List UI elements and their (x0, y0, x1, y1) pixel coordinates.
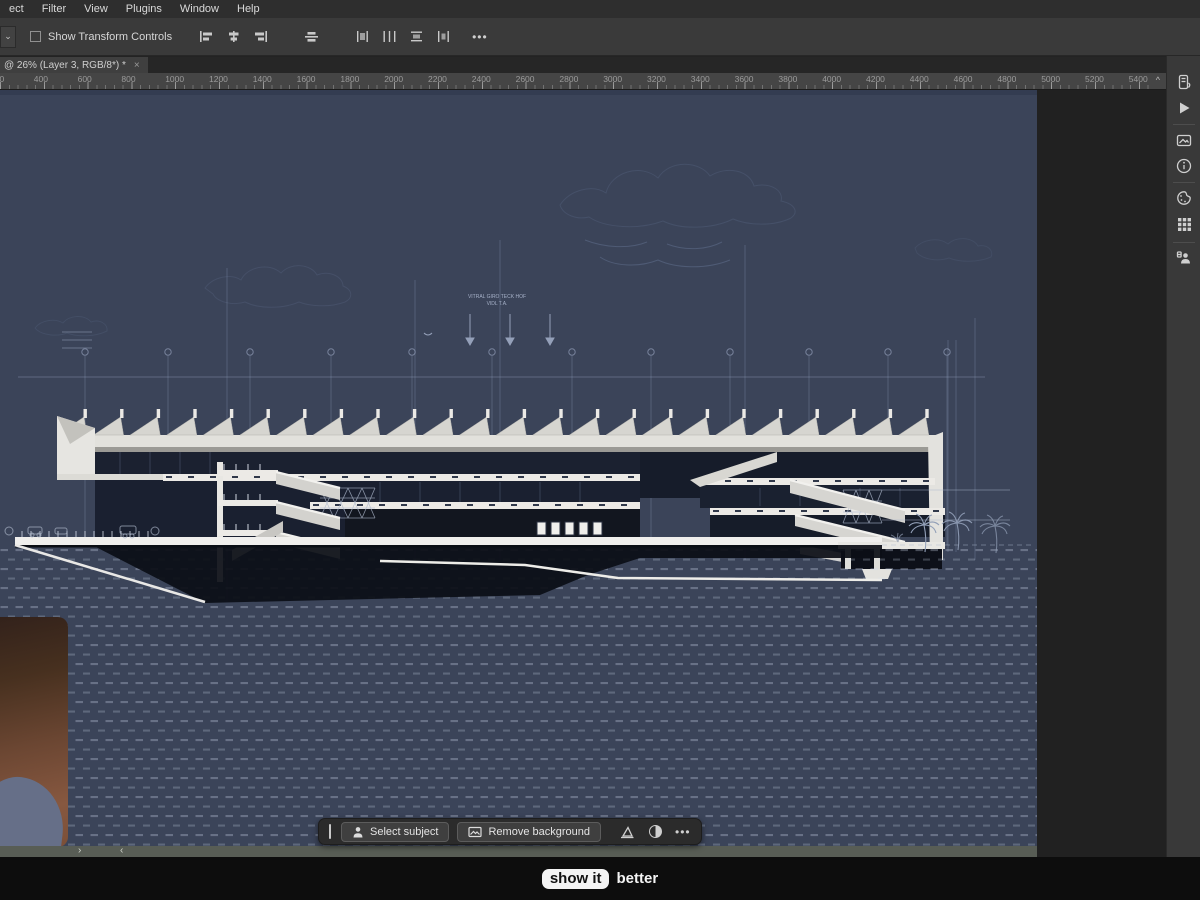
ruler-tick: 4000 (822, 74, 841, 84)
ruler-tick: 1000 (165, 74, 184, 84)
watermark-suffix: better (616, 870, 658, 887)
show-transform-controls[interactable]: Show Transform Controls (30, 31, 172, 43)
ruler-tick: 4200 (866, 74, 885, 84)
svg-text:VITRAL GIRO TECK HOF: VITRAL GIRO TECK HOF (468, 294, 526, 300)
document-tab[interactable]: @ 26% (Layer 3, RGB/8*) * × (0, 57, 148, 73)
scroll-right-chevron-icon[interactable]: › (78, 845, 81, 856)
menu-item-plugins[interactable]: Plugins (117, 3, 171, 15)
bottom-bar: show it better (0, 857, 1200, 900)
select-subject-button[interactable]: Select subject (341, 822, 449, 842)
checkbox-label: Show Transform Controls (48, 31, 172, 43)
ruler-tick: 3800 (778, 74, 797, 84)
ruler-tick: 2000 (384, 74, 403, 84)
document-tab-bar: @ 26% (Layer 3, RGB/8*) * × (0, 57, 1166, 73)
ruler-tick: 200 (0, 74, 4, 84)
info-panel-icon[interactable] (1174, 156, 1194, 176)
ruler-tick: 5200 (1085, 74, 1104, 84)
stamp-panel-icon[interactable] (1174, 248, 1194, 268)
color-panel-icon[interactable] (1174, 188, 1194, 208)
options-more-button[interactable]: ••• (472, 30, 488, 44)
watermark: show it better (542, 869, 658, 889)
ruler-tick: 5400 (1129, 74, 1148, 84)
history-panel-icon[interactable] (1174, 72, 1194, 92)
person-icon (352, 826, 364, 838)
contextual-taskbar: Select subject Remove background ••• (318, 818, 702, 845)
menu-item-view[interactable]: View (75, 3, 117, 15)
pasteboard (1037, 90, 1166, 857)
dock-separator (1173, 182, 1195, 183)
ruler-tick: 600 (78, 74, 92, 84)
actions-panel-icon[interactable] (1174, 98, 1194, 118)
panel-dock: « (1166, 46, 1200, 857)
ruler-tick: 3200 (647, 74, 666, 84)
align-center-h-icon[interactable] (225, 28, 242, 45)
dock-separator (1173, 124, 1195, 125)
svg-text:VIDL T.A.: VIDL T.A. (487, 301, 508, 307)
ruler-tick: 3600 (735, 74, 754, 84)
swatches-panel-icon[interactable] (1174, 214, 1194, 234)
menu-item-select[interactable]: ect (0, 3, 33, 15)
ruler-tick: 1800 (340, 74, 359, 84)
distribute-center-icon[interactable] (381, 28, 398, 45)
ruler-collapse-icon[interactable]: ^ (1156, 75, 1160, 85)
ruler-tick: 400 (34, 74, 48, 84)
remove-background-label: Remove background (488, 826, 590, 838)
document-tab-title: @ 26% (Layer 3, RGB/8*) * (4, 60, 126, 71)
watermark-badge: show it (542, 869, 610, 889)
horizontal-scrollbar[interactable]: › ‹ (0, 846, 1037, 857)
menu-item-window[interactable]: Window (171, 3, 228, 15)
tool-preset-dropdown[interactable]: ⌄ (0, 26, 16, 48)
select-subject-label: Select subject (370, 826, 438, 838)
ruler-tick: 4800 (997, 74, 1016, 84)
remove-background-button[interactable]: Remove background (457, 822, 601, 842)
photoshop-window: ect Filter View Plugins Window Help ⌄ Sh… (0, 0, 1200, 900)
align-tools (198, 28, 452, 45)
ruler-tick: 3400 (691, 74, 710, 84)
menu-item-filter[interactable]: Filter (33, 3, 75, 15)
ruler-tick: 1200 (209, 74, 228, 84)
ruler-tick: 2400 (472, 74, 491, 84)
architecture-section-drawing: VITRAL GIRO TECK HOF VIDL T.A. (0, 90, 1037, 846)
distribute-left-icon[interactable] (354, 28, 371, 45)
canvas[interactable]: VITRAL GIRO TECK HOF VIDL T.A. (0, 90, 1037, 846)
taskbar-more-button[interactable]: ••• (675, 825, 691, 839)
transform-icon[interactable] (617, 822, 637, 842)
menu-item-help[interactable]: Help (228, 3, 269, 15)
menu-bar: ect Filter View Plugins Window Help (0, 0, 1200, 18)
align-right-icon[interactable] (252, 28, 269, 45)
checkbox-icon[interactable] (30, 31, 41, 42)
distribute-width-icon[interactable] (435, 28, 452, 45)
ruler-tick: 1400 (253, 74, 272, 84)
distribute-height-icon[interactable] (408, 28, 425, 45)
align-middle-icon[interactable] (303, 28, 320, 45)
image-icon (468, 826, 482, 838)
options-bar: ⌄ Show Transform Controls ••• (0, 18, 1200, 56)
scroll-left-chevron-icon[interactable]: ‹ (120, 845, 123, 856)
horizontal-ruler[interactable]: 200 400 600 800 1000 1200 1400 1600 1800 2000 2200… (0, 73, 1166, 90)
chevron-down-icon: ⌄ (4, 31, 12, 42)
ruler-tick: 2200 (428, 74, 447, 84)
ruler-tick: 4600 (954, 74, 973, 84)
ruler-tick: 2600 (516, 74, 535, 84)
adjustment-contrast-icon[interactable] (645, 822, 665, 842)
ruler-tick: 4400 (910, 74, 929, 84)
ruler-tick: 5000 (1041, 74, 1060, 84)
person-shoulder (0, 772, 68, 847)
webcam-overlay (0, 617, 68, 847)
ruler-tick: 800 (121, 74, 135, 84)
ruler-tick: 1600 (297, 74, 316, 84)
close-tab-icon[interactable]: × (134, 60, 140, 71)
taskbar-drag-handle[interactable] (329, 824, 331, 839)
ruler-tick: 3000 (603, 74, 622, 84)
dock-separator (1173, 242, 1195, 243)
libraries-panel-icon[interactable] (1174, 130, 1194, 150)
align-left-icon[interactable] (198, 28, 215, 45)
ruler-tick: 2800 (559, 74, 578, 84)
